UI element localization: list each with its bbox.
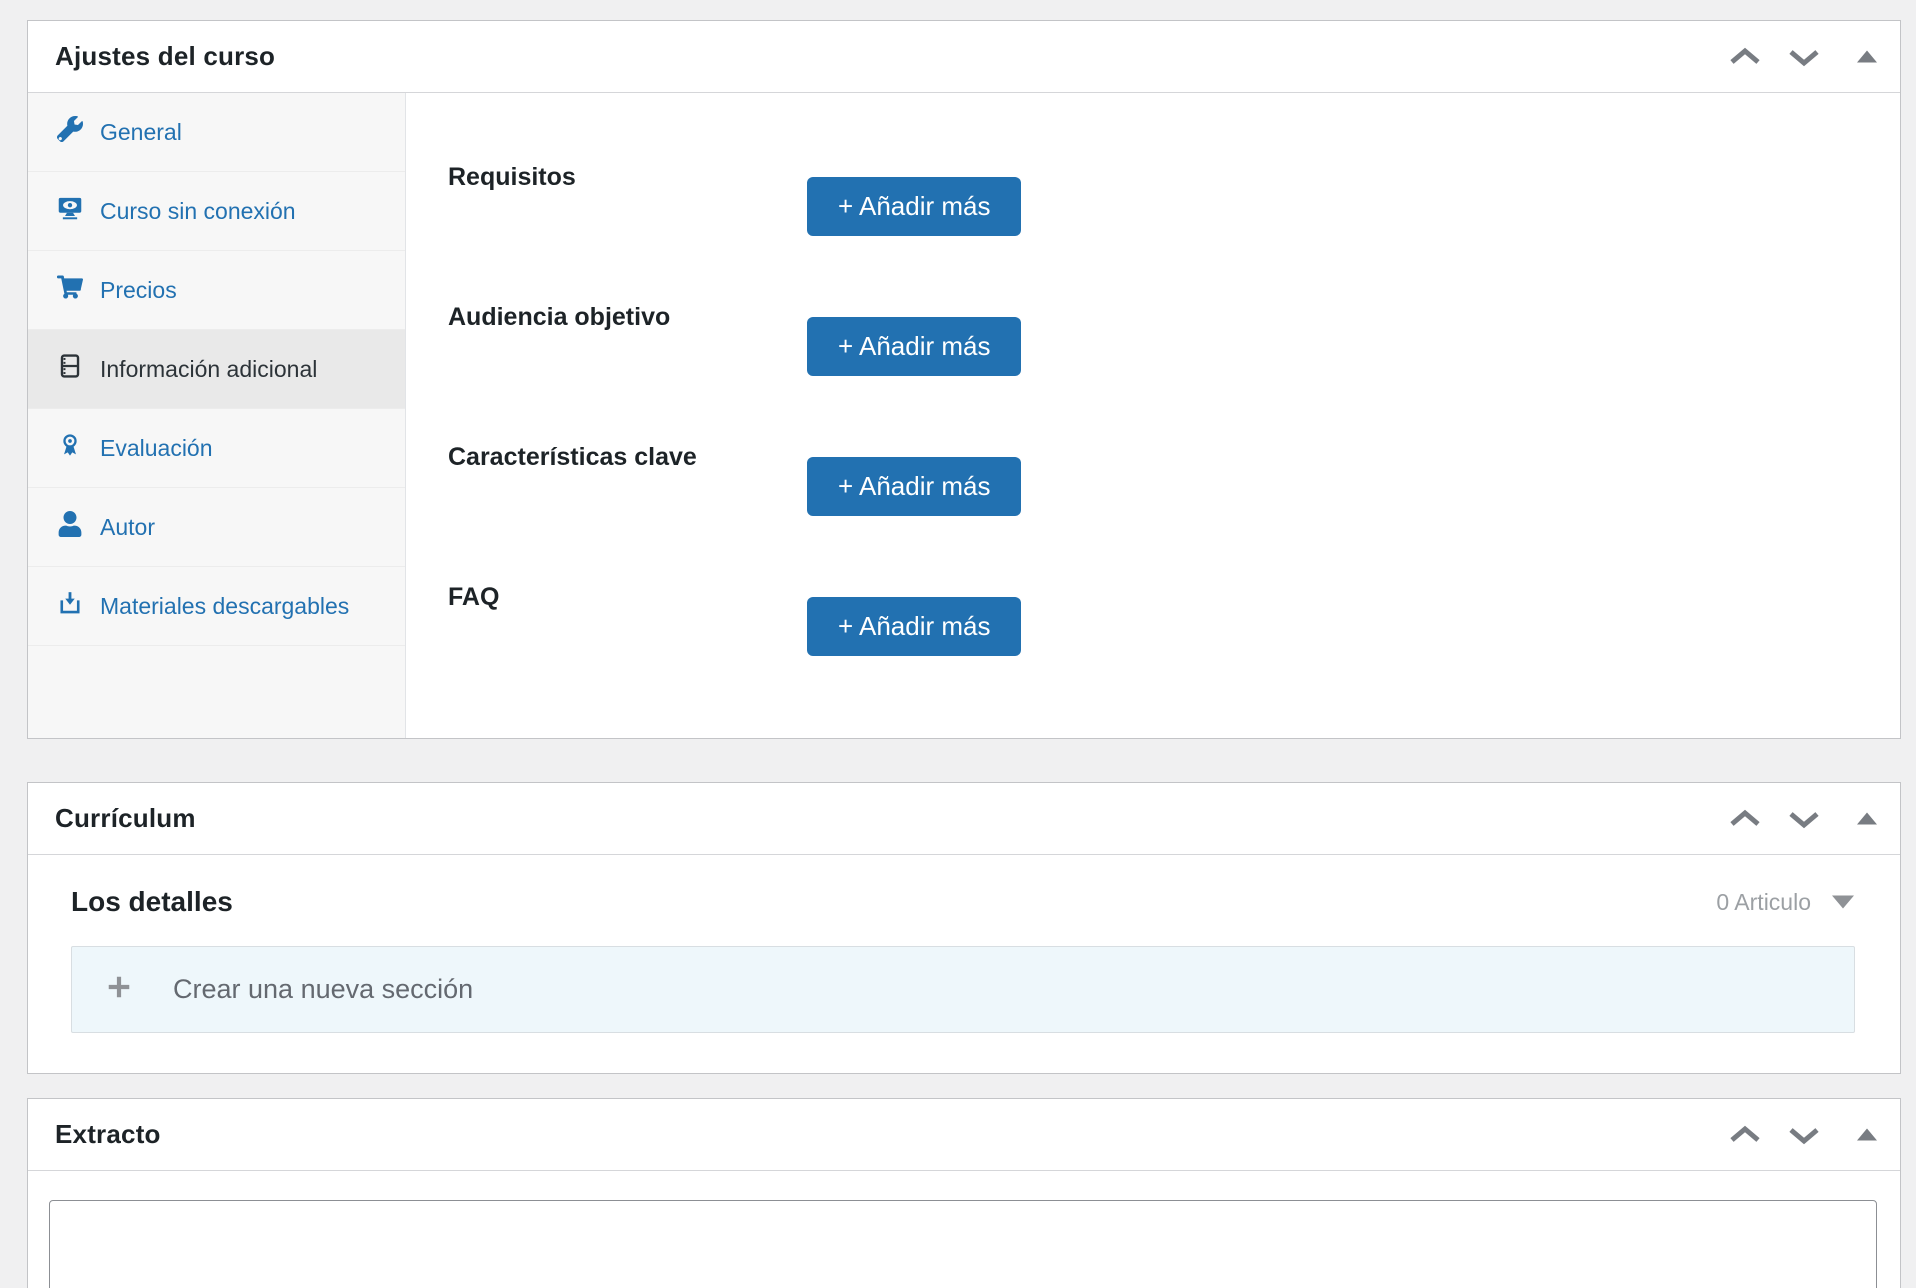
sidebar-item-label: Información adicional (100, 356, 317, 383)
add-more-button-caracteristicas[interactable]: + Añadir más (807, 457, 1021, 516)
panel-controls (1724, 42, 1882, 72)
sidebar-item-label: Materiales descargables (100, 593, 349, 620)
sidebar-item-label: Precios (100, 277, 177, 304)
user-icon (57, 511, 83, 543)
course-settings-panel-header: Ajustes del curso (28, 21, 1900, 93)
offline-screen-icon (57, 195, 83, 227)
move-down-icon[interactable] (1783, 804, 1825, 834)
collapse-triangle-icon[interactable] (1852, 45, 1882, 68)
course-edit-page: Ajustes del curso General (0, 0, 1916, 1288)
create-new-section-button[interactable]: Crear una nueva sección (71, 946, 1855, 1033)
field-row-audiencia-objetivo: Audiencia objetivo + Añadir más (448, 300, 1860, 376)
create-section-label: Crear una nueva sección (173, 974, 473, 1005)
sidebar-item-autor[interactable]: Autor (28, 488, 405, 567)
field-label: Características clave (448, 440, 807, 473)
sidebar-item-informacion-adicional[interactable]: Información adicional (28, 330, 405, 409)
sidebar-item-label: Curso sin conexión (100, 198, 296, 225)
cart-icon (57, 274, 83, 306)
sidebar-item-label: Evaluación (100, 435, 213, 462)
film-icon (57, 353, 83, 385)
plus-icon (105, 973, 133, 1006)
course-settings-panel: Ajustes del curso General (27, 20, 1901, 739)
excerpt-panel: Extracto (27, 1098, 1901, 1288)
panel-title: Extracto (55, 1119, 161, 1150)
wrench-icon (57, 116, 83, 148)
move-up-icon[interactable] (1724, 804, 1766, 834)
move-down-icon[interactable] (1783, 42, 1825, 72)
item-count-label: 0 Articulo (1716, 889, 1811, 916)
dropdown-triangle-icon (1831, 889, 1855, 916)
curriculum-panel-header: Currículum (28, 783, 1900, 855)
move-down-icon[interactable] (1783, 1120, 1825, 1150)
panel-controls (1724, 804, 1882, 834)
panel-controls (1724, 1120, 1882, 1150)
field-row-caracteristicas-clave: Características clave + Añadir más (448, 440, 1860, 516)
add-more-button-faq[interactable]: + Añadir más (807, 597, 1021, 656)
add-more-button-requisitos[interactable]: + Añadir más (807, 177, 1021, 236)
additional-info-tab-content: Requisitos + Añadir más Audiencia objeti… (406, 93, 1900, 738)
course-settings-sidebar: General Curso sin conexión (28, 93, 406, 738)
curriculum-section-head: Los detalles 0 Articulo (71, 886, 1855, 918)
award-icon (57, 432, 83, 464)
sidebar-item-materiales-descargables[interactable]: Materiales descargables (28, 567, 405, 646)
field-label: Requisitos (448, 160, 807, 193)
curriculum-body: Los detalles 0 Articulo Crear una nueva … (28, 855, 1900, 1073)
sidebar-item-curso-sin-conexion[interactable]: Curso sin conexión (28, 172, 405, 251)
sidebar-item-general[interactable]: General (28, 93, 405, 172)
add-more-button-audiencia[interactable]: + Añadir más (807, 317, 1021, 376)
field-label: Audiencia objetivo (448, 300, 807, 333)
curriculum-panel: Currículum Los detalles 0 Articulo (27, 782, 1901, 1074)
excerpt-textarea[interactable] (49, 1200, 1877, 1288)
sidebar-item-label: General (100, 119, 182, 146)
curriculum-section-title: Los detalles (71, 886, 233, 918)
sidebar-item-precios[interactable]: Precios (28, 251, 405, 330)
excerpt-panel-header: Extracto (28, 1099, 1900, 1171)
item-count-dropdown[interactable]: 0 Articulo (1716, 889, 1855, 916)
course-settings-body: General Curso sin conexión (28, 93, 1900, 738)
download-icon (57, 590, 83, 622)
sidebar-item-evaluacion[interactable]: Evaluación (28, 409, 405, 488)
collapse-triangle-icon[interactable] (1852, 1123, 1882, 1146)
excerpt-body (28, 1171, 1900, 1288)
field-label: FAQ (448, 580, 807, 613)
panel-title: Currículum (55, 803, 196, 834)
move-up-icon[interactable] (1724, 42, 1766, 72)
sidebar-item-label: Autor (100, 514, 155, 541)
field-row-faq: FAQ + Añadir más (448, 580, 1860, 656)
panel-title: Ajustes del curso (55, 41, 275, 72)
field-row-requisitos: Requisitos + Añadir más (448, 160, 1860, 236)
collapse-triangle-icon[interactable] (1852, 807, 1882, 830)
move-up-icon[interactable] (1724, 1120, 1766, 1150)
